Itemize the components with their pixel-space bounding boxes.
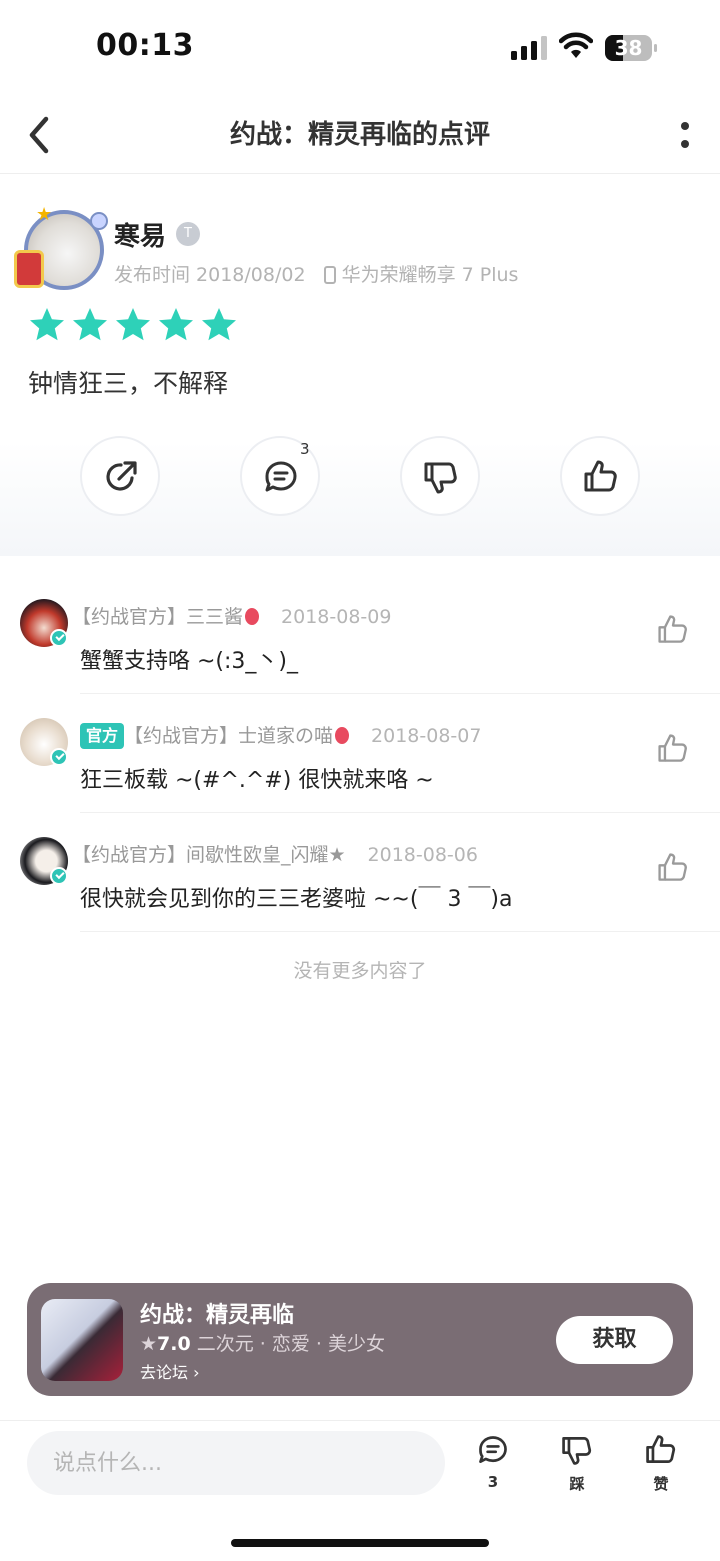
level-badge: T [176, 222, 200, 246]
balloon-icon [335, 727, 350, 744]
dislike-button[interactable] [400, 436, 480, 516]
thumbs-down-icon [562, 1437, 592, 1465]
comment-item[interactable]: 【约战官方】三三酱 2018-08-09 蟹蟹支持咯 ~(:3_丶)_ [0, 575, 720, 694]
comment-author[interactable]: 【约战官方】士道家の喵 [124, 725, 333, 747]
balloon-icon [245, 608, 260, 625]
phone-icon [323, 266, 336, 284]
bottom-comment-button[interactable]: 3 [463, 1433, 523, 1503]
comment-author[interactable]: 【约战官方】间歇性欧皇_闪耀★ [72, 844, 346, 866]
avatar[interactable]: ★ [14, 204, 110, 300]
page-title: 约战：精灵再临的点评 [229, 120, 490, 150]
forum-link[interactable]: 去论坛 › [140, 1359, 200, 1383]
cellular-signal-icon [511, 36, 547, 60]
comment-count: 3 [300, 440, 310, 458]
game-icon[interactable] [41, 1299, 123, 1381]
comment-header: 官方 【约战官方】士道家の喵 2018-08-07 [72, 722, 481, 750]
comment-date: 2018-08-06 [367, 844, 478, 866]
review-actions: 3 [0, 436, 720, 518]
official-badge: 官方 [80, 723, 125, 749]
forum-link-label: 去论坛 [140, 1363, 189, 1382]
game-tags: 二次元 · 恋爱 · 美少女 [196, 1333, 386, 1355]
chevron-right-icon: › [193, 1363, 200, 1382]
comment-date: 2018-08-09 [281, 606, 392, 628]
star-icon: ★ [140, 1333, 158, 1355]
comment-header: 【约战官方】间歇性欧皇_闪耀★ 2018-08-06 [72, 841, 478, 869]
more-vertical-icon[interactable] [672, 118, 698, 152]
thumbs-up-icon[interactable] [656, 732, 690, 766]
game-card[interactable]: 约战：精灵再临 ★7.0 二次元 · 恋爱 · 美少女 去论坛 › 获取 [27, 1283, 693, 1396]
share-icon [106, 461, 137, 491]
comment-header: 【约战官方】三三酱 2018-08-09 [72, 603, 391, 631]
rating-value: 7.0 [157, 1333, 191, 1355]
post-meta: 发布时间 2018/08/02 华为荣耀畅享 7 Plus [114, 260, 518, 287]
thumbs-up-icon [584, 460, 617, 492]
review-text: 钟情狂三，不解释 [28, 369, 229, 398]
home-indicator[interactable] [231, 1539, 489, 1547]
chevron-left-icon[interactable] [22, 114, 56, 156]
status-time: 00:13 [96, 28, 194, 63]
bottom-bar: 3 踩 赞 [0, 1420, 720, 1561]
nav-bar: 约战：精灵再临的点评 [0, 96, 720, 174]
verified-icon [50, 629, 68, 647]
game-title: 约战：精灵再临 [140, 1303, 295, 1328]
comment-author[interactable]: 【约战官方】三三酱 [72, 606, 243, 628]
star-icon [73, 308, 107, 341]
review-card: ★ 寒易 T 发布时间 2018/08/02 华为荣耀畅享 7 Plus 钟情狂三… [0, 174, 720, 556]
thumbs-up-icon[interactable] [656, 851, 690, 885]
comment-date: 2018-08-07 [371, 725, 482, 747]
bottom-like-button[interactable]: 赞 [631, 1433, 691, 1503]
verified-icon [50, 867, 68, 885]
get-button[interactable]: 获取 [556, 1316, 673, 1364]
bottom-like-label: 赞 [653, 1475, 669, 1493]
game-rating: ★7.0 二次元 · 恋爱 · 美少女 [140, 1329, 385, 1356]
comment-input[interactable] [27, 1431, 445, 1495]
comment-icon [479, 1436, 507, 1463]
thumbs-down-icon [424, 462, 457, 494]
no-more-text: 没有更多内容了 [293, 960, 427, 982]
star-icon [30, 308, 64, 341]
status-bar: 00:13 38 [0, 0, 720, 96]
publish-time: 发布时间 2018/08/02 [114, 264, 306, 286]
divider [80, 931, 720, 932]
comment-item[interactable]: 官方 【约战官方】士道家の喵 2018-08-07 狂三板载 ~(#^.^#) 很快… [0, 694, 720, 813]
bottom-dislike-label: 踩 [569, 1475, 585, 1493]
comment-text: 蟹蟹支持咯 ~(:3_丶)_ [80, 649, 299, 674]
like-button[interactable] [560, 436, 640, 516]
device-name: 华为荣耀畅享 7 Plus [341, 264, 519, 286]
star-icon [116, 308, 150, 341]
thumbs-up-icon [646, 1435, 676, 1463]
wifi-icon [559, 32, 593, 58]
comment-text: 狂三板载 ~(#^.^#) 很快就来咯 ~ [80, 768, 434, 793]
star-icon [159, 308, 193, 341]
battery-level: 38 [614, 36, 643, 60]
user-name[interactable]: 寒易 [114, 216, 166, 253]
star-icon [202, 308, 236, 341]
verified-icon [50, 748, 68, 766]
bottom-comment-count: 3 [487, 1473, 499, 1491]
bottom-dislike-button[interactable]: 踩 [547, 1433, 607, 1503]
thumbs-up-icon[interactable] [656, 613, 690, 647]
comment-item[interactable]: 【约战官方】间歇性欧皇_闪耀★ 2018-08-06 很快就会见到你的三三老婆啦 … [0, 813, 720, 932]
share-button[interactable] [80, 436, 160, 516]
comment-text: 很快就会见到你的三三老婆啦 ~~(￣ 3 ￣)a [80, 887, 513, 912]
battery-icon: 38 [605, 35, 657, 61]
comment-button[interactable]: 3 [240, 436, 320, 516]
comment-icon [265, 461, 297, 492]
